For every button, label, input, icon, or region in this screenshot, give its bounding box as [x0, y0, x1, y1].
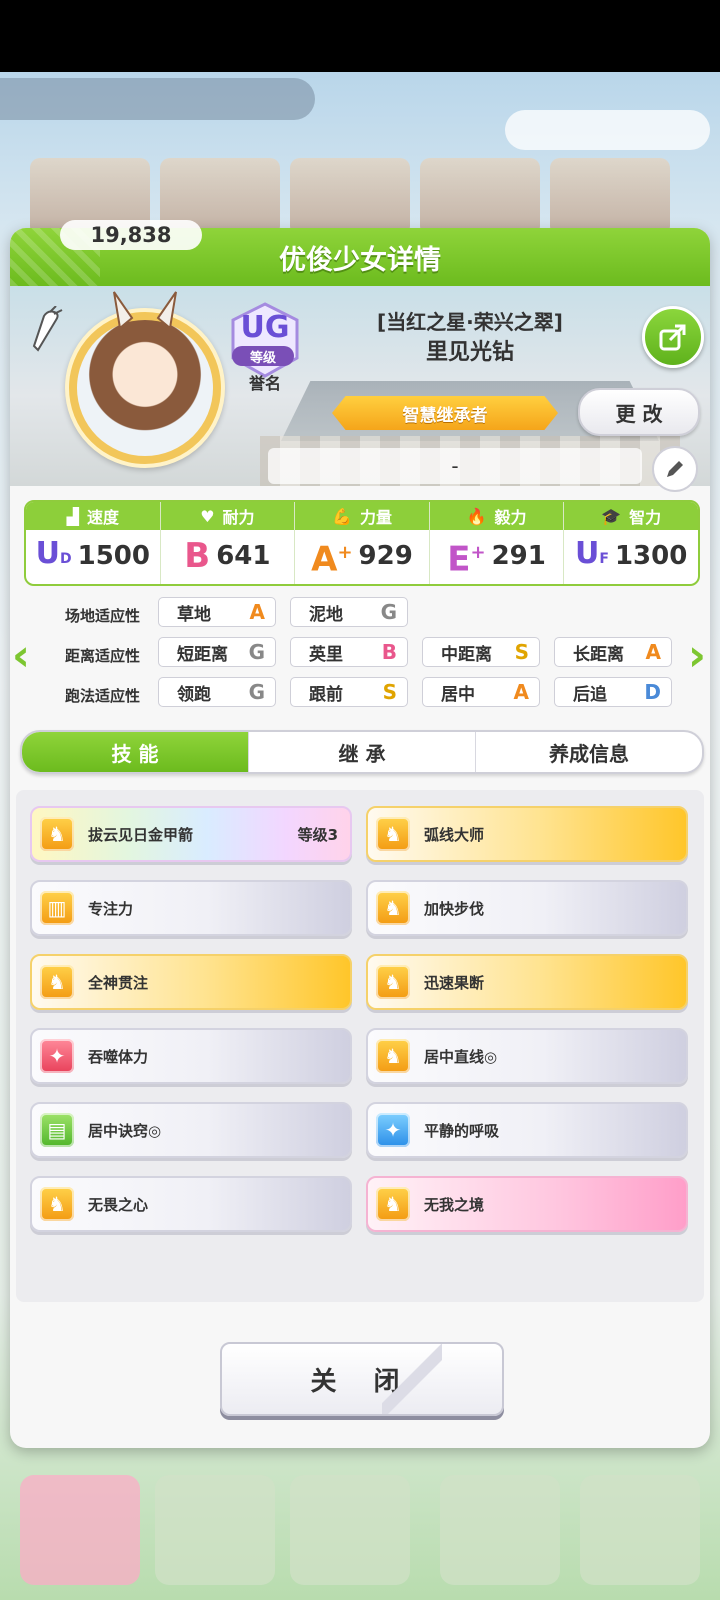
skill-card[interactable]: ♞ 无我之境	[366, 1176, 688, 1232]
skill-card[interactable]: ♞ 居中直线◎	[366, 1028, 688, 1084]
stat-grade: B	[184, 536, 211, 576]
stat-value: 641	[216, 541, 271, 571]
edit-button[interactable]	[652, 446, 698, 492]
stat-label: 耐力	[222, 508, 255, 527]
rank-grade: UG	[240, 310, 290, 345]
aptitude-chip: 长距离 A	[554, 637, 672, 667]
muscle-icon: 💪	[332, 506, 352, 526]
stats-panel: ▟ 速度 UD 1500 ♥ 耐力 B 641 💪 力量 A+ 929 🔥 毅力 E+ …	[24, 500, 700, 586]
graduation-cap-icon: 🎓	[601, 506, 622, 526]
character-title: [当红之星·荣兴之翠]	[377, 310, 563, 334]
status-bar	[0, 0, 720, 72]
stat-value: 291	[491, 541, 546, 571]
background-button	[505, 110, 710, 150]
running-horse-icon: ♞	[376, 1187, 410, 1221]
track-aptitude-label: 场地适应性	[64, 607, 140, 625]
skill-card[interactable]: ♞ 全神贯注	[30, 954, 352, 1010]
aptitude-chip: 跟前 S	[290, 677, 408, 707]
skill-card[interactable]: ♞ 无畏之心	[30, 1176, 352, 1232]
heart-icon: ♥	[200, 506, 215, 526]
skill-level: 等级3	[297, 825, 338, 844]
inheritor-ribbon: 智慧继承者	[332, 396, 558, 430]
aptitude-chip: 中距离 S	[422, 637, 540, 667]
character-name: 里见光钻	[425, 340, 514, 365]
pencil-icon	[667, 461, 683, 477]
background-banner	[0, 78, 315, 120]
aptitude-chip: 居中 A	[422, 677, 540, 707]
tab-inheritance[interactable]: 继 承	[249, 732, 476, 772]
stat-guts: 🔥 毅力 E+ 291	[429, 502, 565, 584]
skill-card[interactable]: ♞ 拔云见日金甲箭 等级3	[30, 806, 352, 862]
chevron-left-icon[interactable]: ‹	[6, 632, 36, 680]
aptitude-chip: 后追 D	[554, 677, 672, 707]
sparkle-red-icon: ✦	[40, 1039, 74, 1073]
detail-tabs: 技 能 继 承 养成信息	[20, 730, 704, 774]
stat-grade: UF	[575, 535, 609, 571]
running-horse-icon: ♞	[40, 965, 74, 999]
avatar-portrait	[77, 320, 213, 456]
button-decoration	[382, 1344, 442, 1414]
share-button[interactable]	[642, 306, 704, 368]
fan-count: 19,838	[60, 220, 202, 250]
stat-label: 智力	[629, 508, 662, 527]
stat-speed: ▟ 速度 UD 1500	[26, 502, 161, 584]
strategy-aptitude-label: 跑法适应性	[64, 687, 140, 705]
running-horse-icon: ♞	[40, 1187, 74, 1221]
ears-decoration	[113, 291, 177, 328]
change-button[interactable]: 更 改	[578, 388, 700, 436]
aptitude-chip: 泥地 G	[290, 597, 408, 627]
skill-card[interactable]: ✦ 平静的呼吸	[366, 1102, 688, 1158]
chevron-right-icon[interactable]: ›	[682, 632, 712, 680]
background-bottom-nav	[0, 1430, 720, 1600]
running-horse-icon: ♞	[376, 891, 410, 925]
running-horse-icon: ♞	[376, 817, 410, 851]
comment-field: -	[268, 448, 642, 484]
running-horse-icon: ♞	[376, 1039, 410, 1073]
aptitude-chip: 英里 B	[290, 637, 408, 667]
shoe-icon: ▟	[66, 506, 79, 526]
stat-stamina: ♥ 耐力 B 641	[160, 502, 296, 584]
skill-card[interactable]: ♞ 弧线大师	[366, 806, 688, 862]
carrot-icon[interactable]	[30, 306, 64, 354]
skill-card[interactable]: ♞ 迅速果断	[366, 954, 688, 1010]
skill-card[interactable]: ▥ 专注力	[30, 880, 352, 936]
honor-label: 誉名	[248, 374, 281, 393]
avatar[interactable]	[65, 308, 225, 468]
stat-grade: E+	[447, 539, 486, 580]
skill-card[interactable]: ✦ 吞噬体力	[30, 1028, 352, 1084]
stat-value: 1500	[77, 541, 150, 571]
running-horse-icon: ♞	[376, 965, 410, 999]
stat-label: 毅力	[494, 508, 527, 527]
stat-label: 力量	[359, 508, 392, 527]
skill-card[interactable]: ▤ 居中诀窍◎	[30, 1102, 352, 1158]
gate-icon: ▥	[40, 891, 74, 925]
aptitude-chip: 短距离 G	[158, 637, 276, 667]
flame-icon: 🔥	[466, 506, 487, 526]
rank-label: 等级	[232, 346, 294, 366]
stat-value: 929	[358, 541, 413, 571]
stat-power: 💪 力量 A+ 929	[295, 502, 430, 584]
dialog-title: 优俊少女详情	[279, 244, 441, 276]
close-button[interactable]: 关 闭	[220, 1342, 504, 1416]
tab-training-info[interactable]: 养成信息	[476, 732, 702, 772]
stat-label: 速度	[86, 508, 119, 527]
share-icon	[659, 324, 686, 351]
stat-value: 1300	[614, 541, 688, 571]
book-icon: ▤	[40, 1113, 74, 1147]
running-horse-icon: ♞	[40, 817, 74, 851]
skill-card[interactable]: ♞ 加快步伐	[366, 880, 688, 936]
stat-wisdom: 🎓 智力 UF 1300	[564, 502, 698, 584]
stat-grade: A+	[311, 539, 353, 580]
tab-skills[interactable]: 技 能	[22, 732, 249, 772]
aptitude-chip: 领跑 G	[158, 677, 276, 707]
stat-grade: UD	[35, 535, 72, 571]
aptitude-chip: 草地 A	[158, 597, 276, 627]
sparkle-blue-icon: ✦	[376, 1113, 410, 1147]
